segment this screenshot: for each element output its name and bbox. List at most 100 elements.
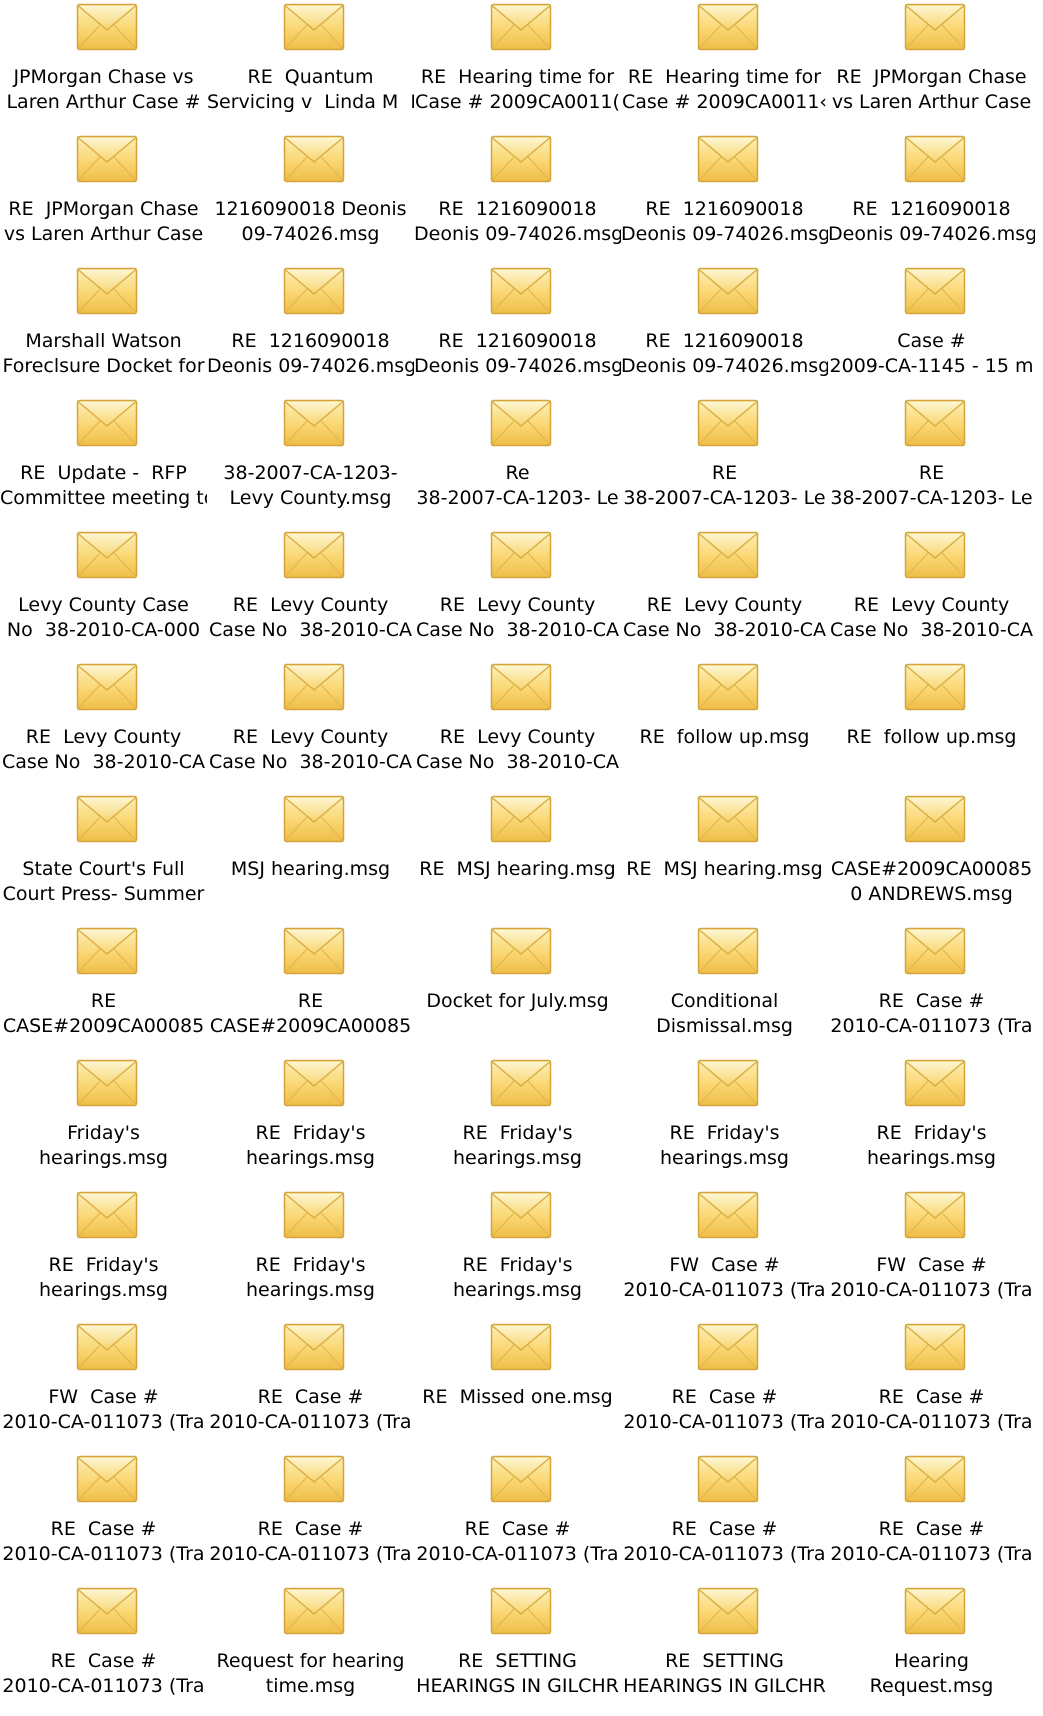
file-item[interactable]: State Court's Full Court Press- Summer bbox=[0, 792, 207, 924]
envelope-icon[interactable] bbox=[697, 1190, 759, 1240]
envelope-icon[interactable] bbox=[904, 1322, 966, 1372]
file-item[interactable]: RE JPMorgan Chase vs Laren Arthur Case bbox=[0, 132, 207, 264]
file-item[interactable]: RE 1216090018 Deonis 09-74026.msg bbox=[414, 264, 621, 396]
envelope-icon[interactable] bbox=[490, 662, 552, 712]
file-item[interactable]: RE 1216090018 Deonis 09-74026.msg bbox=[828, 132, 1035, 264]
file-item[interactable]: MSJ hearing.msg bbox=[207, 792, 414, 924]
file-item[interactable]: RE Levy County Case No 38-2010-CA bbox=[621, 528, 828, 660]
envelope-icon[interactable] bbox=[697, 530, 759, 580]
file-item[interactable]: FW Case # 2010-CA-011073 (Tra bbox=[0, 1320, 207, 1452]
file-item[interactable]: RE Friday's hearings.msg bbox=[0, 1188, 207, 1320]
envelope-icon[interactable] bbox=[76, 398, 138, 448]
file-item[interactable]: Hearing Request.msg bbox=[828, 1584, 1035, 1716]
envelope-icon[interactable] bbox=[76, 926, 138, 976]
file-item[interactable]: RE Case # 2010-CA-011073 (Tra bbox=[621, 1320, 828, 1452]
file-item[interactable]: 1216090018 Deonis 09-74026.msg bbox=[207, 132, 414, 264]
file-item[interactable]: RE CASE#2009CA00085 bbox=[0, 924, 207, 1056]
envelope-icon[interactable] bbox=[490, 134, 552, 184]
envelope-icon[interactable] bbox=[490, 1058, 552, 1108]
envelope-icon[interactable] bbox=[490, 1586, 552, 1636]
file-item[interactable]: RE 38-2007-CA-1203- Le bbox=[828, 396, 1035, 528]
envelope-icon[interactable] bbox=[283, 662, 345, 712]
file-item[interactable]: Case # 2009-CA-1145 - 15 m bbox=[828, 264, 1035, 396]
file-item[interactable]: Conditional Dismissal.msg bbox=[621, 924, 828, 1056]
file-item[interactable]: RE Friday's hearings.msg bbox=[621, 1056, 828, 1188]
file-item[interactable]: FW Case # 2010-CA-011073 (Tra bbox=[828, 1188, 1035, 1320]
envelope-icon[interactable] bbox=[904, 1586, 966, 1636]
file-item[interactable]: RE Case # 2010-CA-011073 (Tra bbox=[0, 1584, 207, 1716]
file-item[interactable]: Levy County Case No 38-2010-CA-000 bbox=[0, 528, 207, 660]
envelope-icon[interactable] bbox=[283, 1058, 345, 1108]
envelope-icon[interactable] bbox=[904, 662, 966, 712]
envelope-icon[interactable] bbox=[76, 1190, 138, 1240]
file-item[interactable]: Re 38-2007-CA-1203- Le bbox=[414, 396, 621, 528]
file-item[interactable]: RE CASE#2009CA00085 bbox=[207, 924, 414, 1056]
file-item[interactable]: RE Update - RFP Committee meeting to bbox=[0, 396, 207, 528]
envelope-icon[interactable] bbox=[76, 662, 138, 712]
envelope-icon[interactable] bbox=[283, 530, 345, 580]
file-item[interactable]: RE JPMorgan Chase vs Laren Arthur Case bbox=[828, 0, 1035, 132]
envelope-icon[interactable] bbox=[697, 134, 759, 184]
envelope-icon[interactable] bbox=[490, 794, 552, 844]
file-item[interactable]: RE Case # 2010-CA-011073 (Tra bbox=[828, 924, 1035, 1056]
envelope-icon[interactable] bbox=[76, 1058, 138, 1108]
envelope-icon[interactable] bbox=[697, 926, 759, 976]
file-item[interactable]: CASE#2009CA00085 0 ANDREWS.msg bbox=[828, 792, 1035, 924]
envelope-icon[interactable] bbox=[490, 530, 552, 580]
envelope-icon[interactable] bbox=[283, 1454, 345, 1504]
envelope-icon[interactable] bbox=[76, 1586, 138, 1636]
envelope-icon[interactable] bbox=[697, 794, 759, 844]
envelope-icon[interactable] bbox=[904, 398, 966, 448]
envelope-icon[interactable] bbox=[904, 794, 966, 844]
file-item[interactable]: RE follow up.msg bbox=[828, 660, 1035, 792]
envelope-icon[interactable] bbox=[904, 2, 966, 52]
file-item[interactable]: RE 1216090018 Deonis 09-74026.msg bbox=[621, 264, 828, 396]
file-item[interactable]: RE Case # 2010-CA-011073 (Tra bbox=[0, 1452, 207, 1584]
file-item[interactable]: RE Levy County Case No 38-2010-CA bbox=[0, 660, 207, 792]
file-item[interactable]: RE SETTING HEARINGS IN GILCHR bbox=[414, 1584, 621, 1716]
envelope-icon[interactable] bbox=[490, 1454, 552, 1504]
envelope-icon[interactable] bbox=[697, 662, 759, 712]
file-item[interactable]: RE Levy County Case No 38-2010-CA bbox=[207, 528, 414, 660]
envelope-icon[interactable] bbox=[904, 926, 966, 976]
envelope-icon[interactable] bbox=[697, 2, 759, 52]
envelope-icon[interactable] bbox=[283, 2, 345, 52]
envelope-icon[interactable] bbox=[904, 530, 966, 580]
envelope-icon[interactable] bbox=[904, 1058, 966, 1108]
envelope-icon[interactable] bbox=[490, 398, 552, 448]
file-item[interactable]: RE Case # 2010-CA-011073 (Tra bbox=[414, 1452, 621, 1584]
file-item[interactable]: RE Hearing time for Case # 2009CA0011( bbox=[414, 0, 621, 132]
envelope-icon[interactable] bbox=[904, 266, 966, 316]
envelope-icon[interactable] bbox=[697, 1058, 759, 1108]
envelope-icon[interactable] bbox=[76, 530, 138, 580]
envelope-icon[interactable] bbox=[490, 926, 552, 976]
file-item[interactable]: RE Levy County Case No 38-2010-CA bbox=[828, 528, 1035, 660]
file-item[interactable]: RE SETTING HEARINGS IN GILCHR bbox=[621, 1584, 828, 1716]
file-item[interactable]: RE Friday's hearings.msg bbox=[828, 1056, 1035, 1188]
file-item[interactable]: Docket for July.msg bbox=[414, 924, 621, 1056]
file-item[interactable]: Request for hearing time.msg bbox=[207, 1584, 414, 1716]
envelope-icon[interactable] bbox=[904, 1454, 966, 1504]
file-item[interactable]: 38-2007-CA-1203- Levy County.msg bbox=[207, 396, 414, 528]
envelope-icon[interactable] bbox=[904, 134, 966, 184]
file-item[interactable]: RE Quantum Servicing v Linda M F bbox=[207, 0, 414, 132]
file-item[interactable]: RE 1216090018 Deonis 09-74026.msg bbox=[621, 132, 828, 264]
envelope-icon[interactable] bbox=[76, 2, 138, 52]
envelope-icon[interactable] bbox=[283, 794, 345, 844]
envelope-icon[interactable] bbox=[76, 266, 138, 316]
envelope-icon[interactable] bbox=[283, 1322, 345, 1372]
envelope-icon[interactable] bbox=[697, 398, 759, 448]
file-item[interactable]: JPMorgan Chase vs Laren Arthur Case # bbox=[0, 0, 207, 132]
file-item[interactable]: RE Friday's hearings.msg bbox=[414, 1188, 621, 1320]
file-item[interactable]: RE Case # 2010-CA-011073 (Tra bbox=[621, 1452, 828, 1584]
envelope-icon[interactable] bbox=[697, 266, 759, 316]
file-item[interactable]: RE MSJ hearing.msg bbox=[621, 792, 828, 924]
file-item[interactable]: RE Levy County Case No 38-2010-CA bbox=[414, 528, 621, 660]
envelope-icon[interactable] bbox=[490, 1322, 552, 1372]
envelope-icon[interactable] bbox=[283, 1586, 345, 1636]
envelope-icon[interactable] bbox=[490, 266, 552, 316]
envelope-icon[interactable] bbox=[490, 1190, 552, 1240]
envelope-icon[interactable] bbox=[697, 1322, 759, 1372]
envelope-icon[interactable] bbox=[76, 794, 138, 844]
file-item[interactable]: RE Case # 2010-CA-011073 (Tra bbox=[207, 1320, 414, 1452]
